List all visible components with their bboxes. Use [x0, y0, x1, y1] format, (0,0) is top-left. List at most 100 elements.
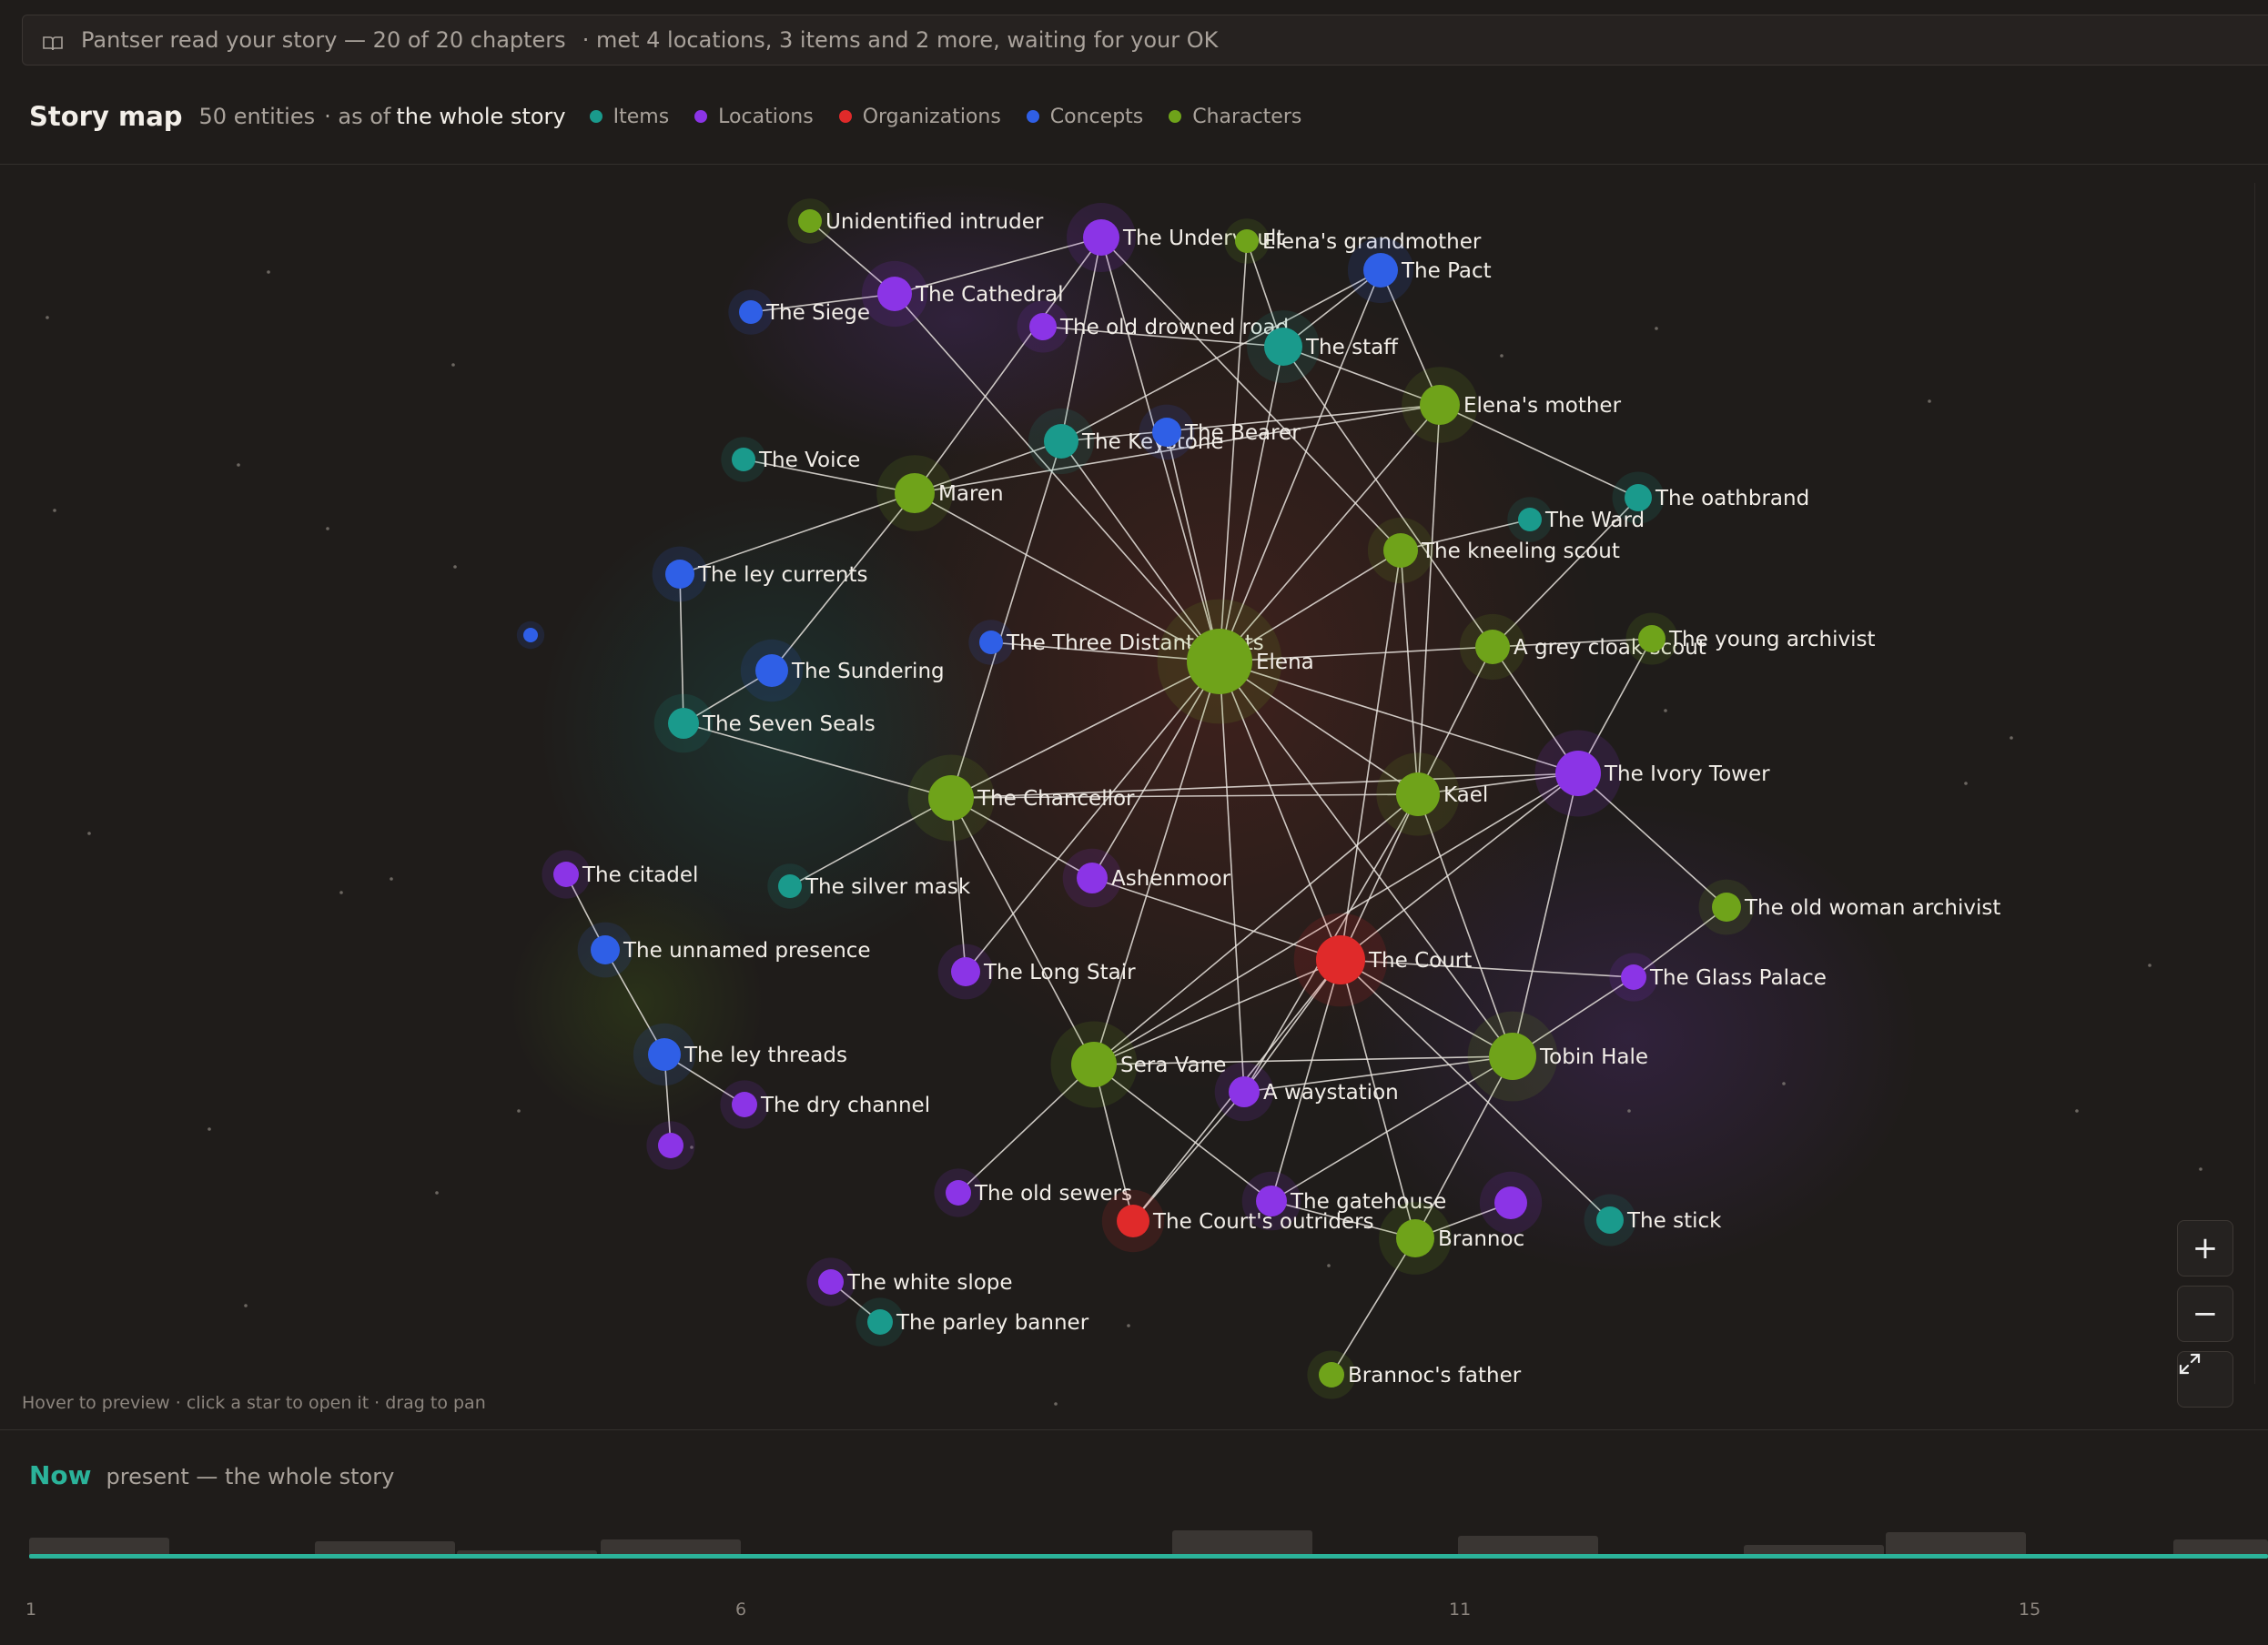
node-star: [946, 1180, 971, 1206]
node-unlabeled-location-b[interactable]: [1479, 1171, 1543, 1235]
node-the-white-slope[interactable]: The white slope: [806, 1257, 1013, 1307]
background-star: [1964, 782, 1968, 785]
banner-extra[interactable]: · met 4 locations, 3 items and 2 more, w…: [582, 27, 1219, 53]
node-label: The white slope: [846, 1271, 1013, 1295]
background-star: [2199, 1167, 2202, 1171]
tick-label: 15: [2019, 1600, 2041, 1620]
node-label: The young archivist: [1668, 628, 1876, 651]
legend-item-items[interactable]: Items: [589, 105, 670, 128]
zoom-out-button[interactable]: −: [2177, 1286, 2233, 1342]
background-star: [453, 565, 457, 569]
node-label: Sera Vane: [1120, 1054, 1226, 1077]
legend-label: Items: [613, 105, 670, 128]
characters-dot-icon: [1169, 110, 1182, 123]
node-star: [1363, 253, 1398, 288]
story-map[interactable]: Unidentified intruder The Undervault Elena…: [0, 164, 2268, 1430]
background-star: [208, 1127, 211, 1131]
background-star: [451, 363, 455, 367]
page-title: Story map: [29, 101, 183, 132]
node-star: [1187, 629, 1252, 694]
progress-banner: Pantser read your story — 20 of 20 chapt…: [22, 15, 2268, 66]
node-label: The stick: [1626, 1209, 1722, 1233]
node-the-young-archivist[interactable]: The young archivist: [1625, 612, 1876, 665]
node-label: The Court's outriders: [1152, 1210, 1374, 1234]
background-star: [267, 270, 270, 274]
node-star: [732, 1092, 757, 1117]
legend-item-characters[interactable]: Characters: [1169, 106, 1301, 128]
node-star: [1264, 328, 1302, 366]
node-label: The staff: [1305, 336, 1399, 359]
background-star: [1500, 354, 1504, 358]
legend: Items Locations Organizations Concepts C…: [589, 105, 1328, 128]
node-star: [1712, 893, 1741, 922]
node-unlabeled-concept[interactable]: [516, 621, 545, 650]
background-star: [2010, 736, 2013, 740]
node-label: The Ivory Tower: [1604, 762, 1770, 786]
background-star: [1664, 709, 1667, 712]
node-star: [778, 874, 802, 898]
node-brannocs-father[interactable]: Brannoc's father: [1307, 1350, 1522, 1399]
background-star: [1327, 1264, 1331, 1267]
map-hint: Hover to preview · click a star to open …: [22, 1393, 486, 1413]
node-label: Brannoc: [1438, 1227, 1524, 1251]
node-star: [553, 862, 579, 887]
chapter-timeline[interactable]: 1 6 11 15: [0, 1510, 2268, 1641]
background-star: [1782, 1082, 1786, 1085]
node-label: The Pact: [1401, 259, 1492, 283]
node-star: [1044, 424, 1078, 459]
node-label: The Sundering: [791, 660, 945, 683]
node-the-parley-banner[interactable]: The parley banner: [856, 1297, 1089, 1347]
node-label: Unidentified intruder: [825, 210, 1044, 234]
node-star: [1420, 385, 1460, 425]
node-star: [1621, 964, 1646, 990]
background-star: [1127, 1324, 1130, 1327]
node-label: The old sewers: [974, 1182, 1132, 1206]
background-star: [46, 316, 49, 319]
node-star: [739, 300, 763, 324]
node-label: The Chancellor: [977, 787, 1135, 811]
tick-label: 11: [1449, 1600, 1472, 1620]
node-label: The Seven Seals: [702, 712, 876, 736]
node-label: The Voice: [758, 449, 860, 472]
node-label: The kneeling scout: [1421, 540, 1620, 563]
node-unlabeled-location-a[interactable]: [646, 1121, 695, 1170]
node-label: Brannoc's father: [1348, 1364, 1522, 1388]
map-edge: [2254, 183, 2268, 1384]
node-label: Elena: [1256, 651, 1314, 674]
tick-label: 6: [735, 1600, 747, 1620]
node-the-dry-channel[interactable]: The dry channel: [720, 1080, 930, 1129]
concepts-dot-icon: [1026, 110, 1039, 123]
node-star: [1638, 625, 1666, 652]
scope-label[interactable]: the whole story: [396, 104, 565, 129]
entity-count: 50 entities: [198, 104, 316, 129]
background-star: [1627, 1109, 1631, 1113]
as-of-label: · as of: [324, 104, 391, 129]
background-star: [1928, 399, 1931, 403]
node-star: [1475, 630, 1510, 664]
node-star: [755, 654, 788, 687]
node-label: The silver mask: [805, 875, 971, 899]
node-star: [928, 775, 974, 821]
legend-label: Characters: [1192, 105, 1302, 128]
legend-item-locations[interactable]: Locations: [694, 106, 814, 128]
node-star: [1518, 508, 1542, 531]
zoom-in-button[interactable]: +: [2177, 1220, 2233, 1277]
locations-dot-icon: [694, 110, 708, 123]
legend-item-organizations[interactable]: Organizations: [838, 106, 1001, 128]
banner-text: Pantser read your story — 20 of 20 chapt…: [81, 27, 566, 53]
node-label: The Ward: [1544, 509, 1645, 532]
timeline-canvas[interactable]: [0, 1510, 2268, 1641]
node-star: [665, 560, 694, 589]
node-star: [1625, 484, 1652, 511]
node-star: [1489, 1033, 1536, 1080]
node-the-voice[interactable]: The Voice: [721, 437, 860, 482]
legend-item-concepts[interactable]: Concepts: [1026, 106, 1143, 128]
node-the-old-sewers[interactable]: The old sewers: [934, 1168, 1132, 1217]
fit-view-button[interactable]: [2177, 1351, 2233, 1408]
node-star: [1555, 751, 1601, 796]
node-star: [895, 473, 935, 513]
background-star: [435, 1191, 439, 1195]
story-map-canvas[interactable]: Unidentified intruderThe UndervaultElena…: [0, 165, 2268, 1429]
node-star: [648, 1038, 681, 1071]
node-label: Elena's mother: [1463, 394, 1622, 418]
